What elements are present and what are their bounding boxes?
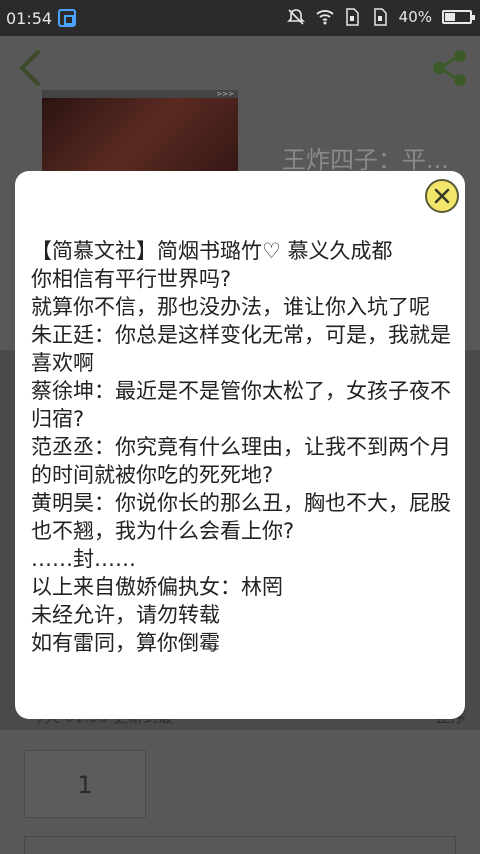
intro-line: 以上来自傲娇偏执女：林罔 [31, 575, 283, 599]
battery-icon [442, 10, 475, 24]
status-time: 01:54 [6, 9, 53, 28]
intro-line: 就算你不信，那也没办法，谁让你入坑了呢 [31, 295, 430, 319]
close-icon [434, 188, 450, 204]
book-intro-dialog: 【简慕文社】简烟书璐竹♡ 慕义久成都 你相信有平行世界吗? 就算你不信，那也没办… [15, 171, 465, 719]
status-bar: 01:54 40% [0, 0, 480, 36]
intro-line: 黄明昊：你说你长的那么丑，胸也不大，屁股也不翘，我为什么会看上你? [31, 491, 451, 543]
intro-line: 未经允许，请勿转载 [31, 603, 220, 627]
cover-tag: >>> [216, 90, 234, 98]
chapter-item[interactable]: 1 [24, 750, 146, 818]
back-arrow-icon[interactable] [14, 48, 44, 88]
bottom-action-box[interactable] [24, 836, 456, 854]
close-button[interactable] [425, 179, 459, 213]
intro-line: 【简慕文社】简烟书璐竹♡ 慕义久成都 [31, 239, 393, 263]
intro-line: 范丞丞：你究竟有什么理由，让我不到两个月的时间就被你吃的死死地? [31, 435, 451, 487]
intro-line: ……封…… [31, 547, 136, 571]
share-icon[interactable] [430, 48, 470, 88]
book-intro-text: 【简慕文社】简烟书璐竹♡ 慕义久成都 你相信有平行世界吗? 就算你不信，那也没办… [31, 237, 451, 657]
book-title: 王炸四子：平... [282, 146, 449, 174]
sim-card-2-icon [371, 8, 389, 26]
screenshot-app-icon [58, 9, 76, 27]
intro-line: 朱正廷：你总是这样变化无常，可是，我就是喜欢啊 [31, 323, 451, 375]
battery-percent: 40% [398, 8, 432, 26]
wifi-icon [315, 8, 334, 26]
status-icons: 40% [286, 8, 475, 26]
intro-line: 蔡徐坤：最近是不是管你太松了，女孩子夜不归宿? [31, 379, 451, 431]
sim-card-1-icon [343, 8, 361, 26]
mute-bell-icon [286, 8, 305, 26]
intro-line: 你相信有平行世界吗? [31, 267, 232, 291]
intro-line: 如有雷同，算你倒霉 [31, 631, 220, 655]
